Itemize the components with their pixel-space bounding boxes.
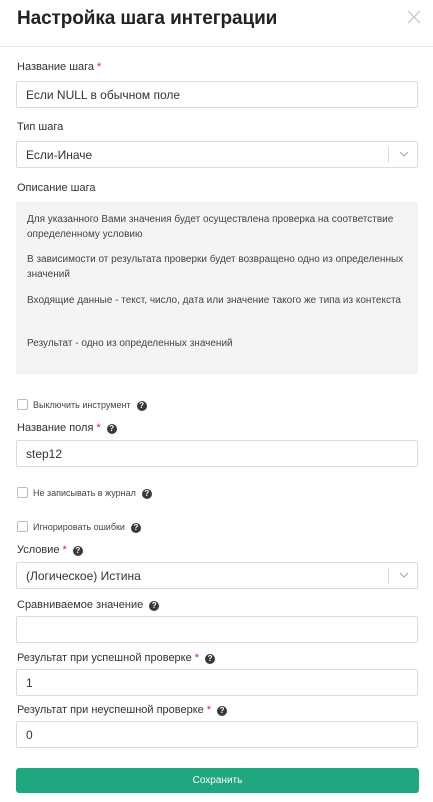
required-mark: *	[96, 422, 101, 434]
condition-value: (Логическое) Истина	[26, 569, 141, 583]
ignore-errors-label: Игнорировать ошибки	[33, 522, 125, 532]
disable-tool-checkbox[interactable]	[17, 399, 28, 410]
description-paragraph: Входящие данные - текст, число, дата или…	[27, 295, 401, 306]
help-icon[interactable]: ?	[72, 546, 83, 556]
help-icon[interactable]: ?	[141, 489, 152, 499]
fail-result-input[interactable]: 0	[16, 721, 418, 748]
help-icon[interactable]: ?	[130, 523, 141, 533]
required-mark: *	[206, 704, 212, 716]
step-name-label: Название шага *	[17, 61, 102, 73]
step-name-input[interactable]: Если NULL в обычном поле	[16, 81, 418, 108]
fail-result-label: Результат при неуспешной проверке *?	[17, 704, 228, 716]
select-separator	[388, 147, 389, 163]
ignore-errors-checkbox[interactable]	[17, 521, 28, 532]
condition-select[interactable]: (Логическое) Истина	[16, 562, 418, 589]
step-name-value: Если NULL в обычном поле	[26, 88, 181, 102]
help-icon[interactable]: ?	[217, 706, 228, 716]
chevron-down-icon[interactable]	[399, 571, 409, 579]
step-type-value: Если-Иначе	[26, 148, 93, 162]
no-log-label: Не записывать в журнал	[33, 488, 136, 498]
save-button[interactable]: Сохранить	[16, 768, 419, 793]
field-name-input[interactable]: step12	[16, 440, 418, 467]
required-mark: *	[62, 544, 67, 556]
compare-value-input[interactable]	[16, 616, 418, 643]
help-icon[interactable]: ?	[106, 424, 117, 434]
dialog-header: Настройка шага интеграции	[0, 0, 433, 47]
success-result-label: Результат при успешной проверке *?	[17, 652, 216, 664]
close-icon[interactable]	[407, 10, 421, 24]
description-paragraph: Для указанного Вами значения будет осуще…	[27, 214, 394, 240]
no-log-row[interactable]: Не записывать в журнал?	[17, 487, 152, 501]
help-icon[interactable]: ?	[205, 654, 216, 664]
description-paragraph: Результат - одно из определенных значени…	[27, 338, 233, 349]
description-paragraph: В зависимости от результата проверки буд…	[27, 254, 404, 280]
help-icon[interactable]: ?	[149, 601, 160, 611]
required-mark: *	[97, 61, 102, 73]
step-type-label: Тип шага	[17, 121, 64, 133]
disable-tool-label: Выключить инструмент	[33, 400, 131, 410]
condition-label: Условие *?	[17, 544, 83, 556]
compare-value-label: Сравниваемое значение?	[17, 599, 160, 611]
required-mark: *	[194, 652, 200, 664]
field-name-label: Название поля *?	[17, 422, 117, 434]
success-result-value: 1	[26, 676, 33, 690]
fail-result-value: 0	[26, 728, 33, 742]
ignore-errors-row[interactable]: Игнорировать ошибки?	[17, 521, 141, 535]
chevron-down-icon[interactable]	[399, 150, 409, 158]
success-result-input[interactable]: 1	[16, 669, 418, 696]
step-type-select[interactable]: Если-Иначе	[16, 141, 418, 168]
step-description-label: Описание шага	[17, 182, 96, 194]
disable-tool-row[interactable]: Выключить инструмент?	[17, 399, 147, 413]
field-name-value: step12	[26, 447, 63, 461]
dialog-title: Настройка шага интеграции	[17, 8, 278, 29]
no-log-checkbox[interactable]	[17, 487, 28, 498]
help-icon[interactable]: ?	[136, 401, 147, 411]
step-description-box: Для указанного Вами значения будет осуще…	[16, 202, 418, 374]
select-separator	[388, 568, 389, 584]
